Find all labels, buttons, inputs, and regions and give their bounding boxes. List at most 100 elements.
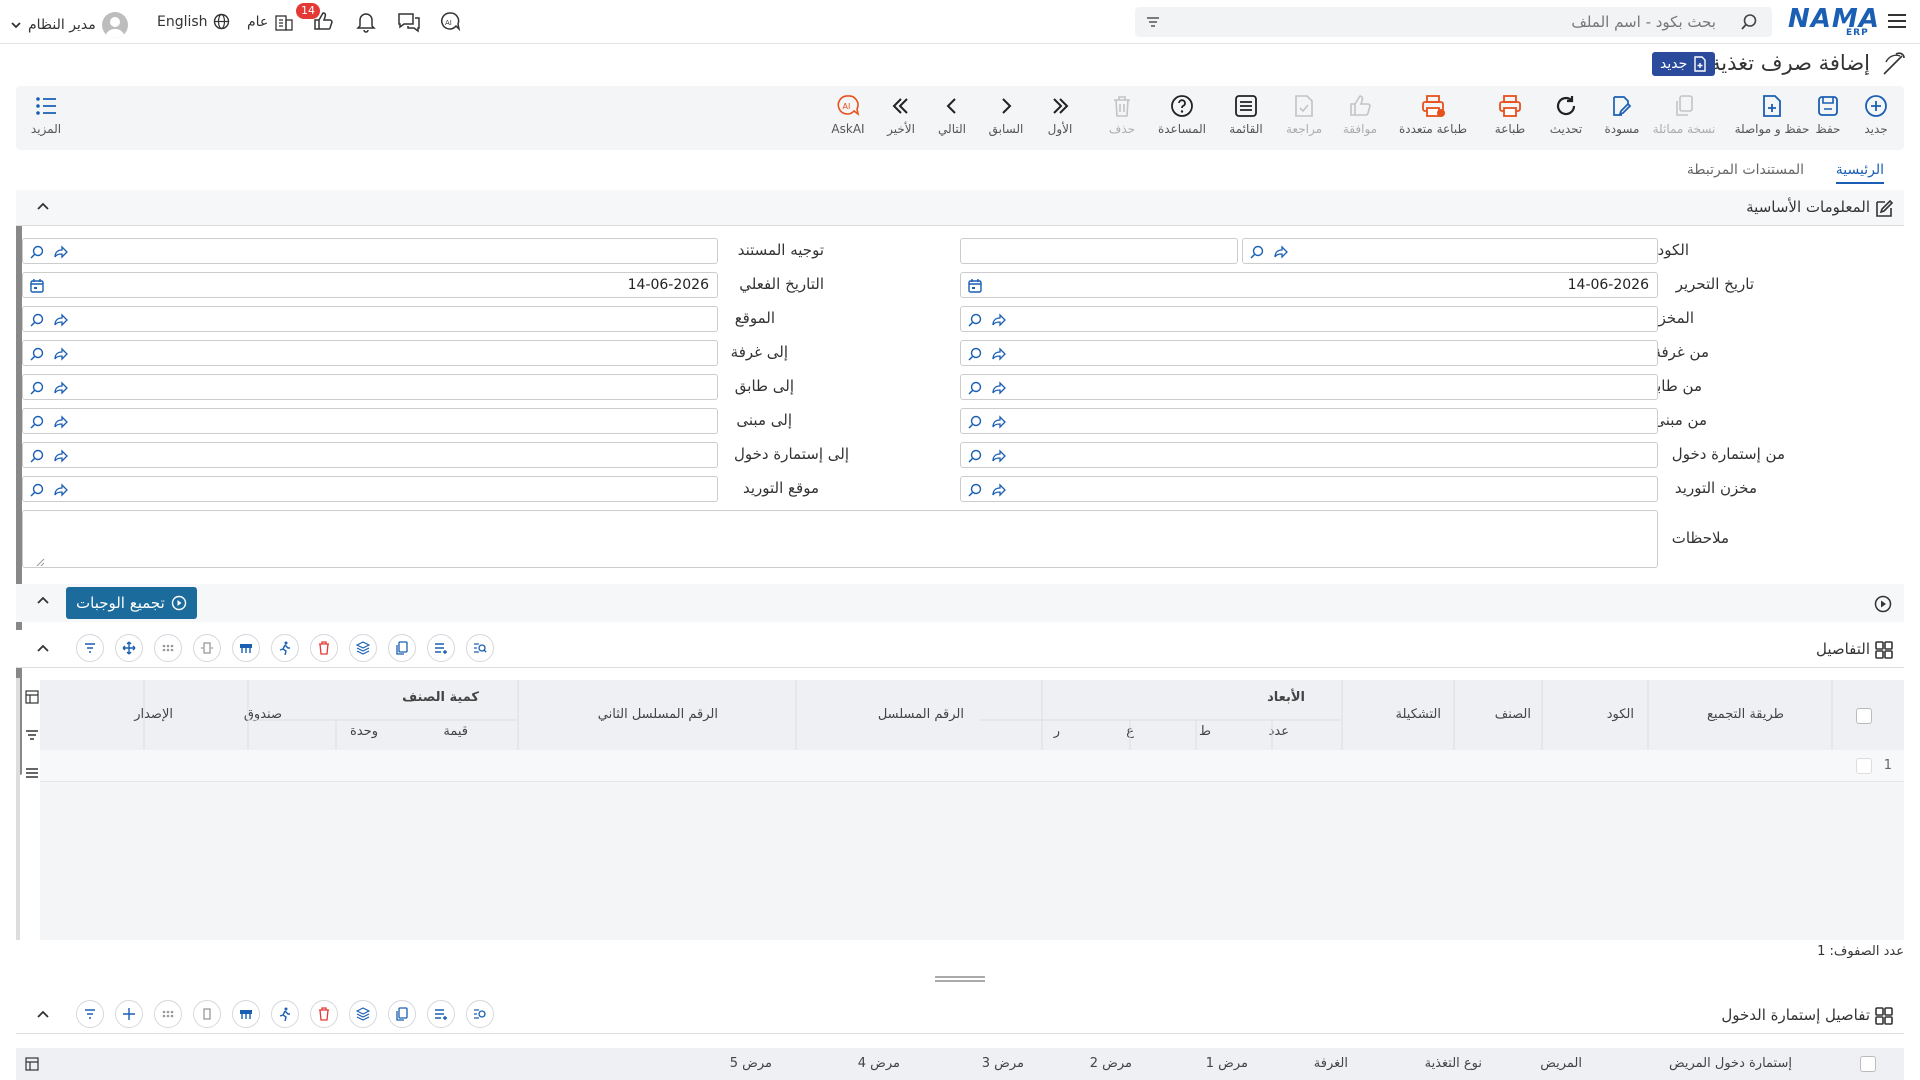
to-building-input[interactable] — [22, 408, 718, 434]
global-search[interactable]: بحث بكود - اسم الملف — [1135, 7, 1772, 37]
previous-button[interactable]: السابق — [976, 92, 1036, 148]
multi-print-button[interactable]: طباعة متعددة — [1392, 92, 1474, 148]
delete-button[interactable]: حذف — [1092, 92, 1152, 148]
last-button[interactable]: الأخير — [871, 92, 931, 148]
search-refresh-icon[interactable] — [967, 312, 983, 328]
adm-col-disease2[interactable]: مرض 2 — [1090, 1056, 1132, 1071]
warehouse-input[interactable] — [960, 306, 1658, 332]
search-icon[interactable] — [1740, 13, 1758, 31]
adm-col-feeding-type[interactable]: نوع التغذية — [1425, 1056, 1482, 1071]
search-refresh-icon[interactable] — [29, 346, 45, 362]
language-switch[interactable]: English — [157, 13, 230, 30]
filter-row-icon[interactable] — [25, 728, 39, 742]
share-arrow-icon[interactable] — [1273, 244, 1289, 260]
chevron-up-icon[interactable] — [36, 1008, 50, 1022]
supply-warehouse-input[interactable] — [960, 476, 1658, 502]
bell-icon[interactable] — [356, 11, 376, 33]
move-tool-button[interactable] — [115, 634, 143, 662]
filter-icon[interactable] — [1145, 14, 1161, 30]
dots-grid-tool-button[interactable] — [154, 634, 182, 662]
next-button[interactable]: التالي — [922, 92, 982, 148]
chevron-up-icon[interactable] — [36, 200, 50, 214]
review-button[interactable]: مراجعة — [1274, 92, 1334, 148]
share-arrow-icon[interactable] — [53, 346, 69, 362]
code-secondary-input[interactable] — [960, 238, 1238, 264]
to-room-input[interactable] — [22, 340, 718, 366]
delete-row-tool-button[interactable] — [310, 634, 338, 662]
search-rows-tool-button[interactable] — [466, 634, 494, 662]
adm-col-disease4[interactable]: مرض 4 — [858, 1056, 900, 1071]
first-button[interactable]: الأول — [1030, 92, 1090, 148]
search-refresh-icon[interactable] — [29, 312, 45, 328]
search-refresh-icon[interactable] — [967, 482, 983, 498]
help-button[interactable]: المساعدة — [1152, 92, 1212, 148]
search-refresh-icon[interactable] — [29, 244, 45, 260]
details-header[interactable]: التفاصيل — [16, 630, 1904, 668]
from-admission-input[interactable] — [960, 442, 1658, 468]
share-arrow-icon[interactable] — [991, 312, 1007, 328]
adm-col-disease3[interactable]: مرض 3 — [982, 1056, 1024, 1071]
admission-details-header[interactable]: تفاصيل إستمارة الدخول — [16, 996, 1904, 1034]
more-button[interactable]: المزيد — [16, 92, 76, 148]
run-tool-button[interactable] — [271, 634, 299, 662]
column-width-tool-button[interactable] — [193, 1000, 221, 1028]
share-arrow-icon[interactable] — [53, 414, 69, 430]
list-button[interactable]: القائمة — [1216, 92, 1276, 148]
insert-row-tool-button[interactable] — [427, 1000, 455, 1028]
edit-date-input[interactable]: 14-06-2026 — [960, 272, 1658, 298]
table-split-tool-button[interactable] — [232, 1000, 260, 1028]
column-width-tool-button[interactable] — [193, 634, 221, 662]
search-refresh-icon[interactable] — [967, 414, 983, 430]
share-arrow-icon[interactable] — [991, 380, 1007, 396]
ai-assistant-icon[interactable]: AI — [438, 10, 462, 34]
tab-related-documents[interactable]: المستندات المرتبطة — [1687, 162, 1804, 178]
refresh-button[interactable]: تحديث — [1536, 92, 1596, 148]
supply-location-input[interactable] — [22, 476, 718, 502]
draft-button[interactable]: مسودة — [1592, 92, 1652, 148]
table-settings-icon[interactable] — [25, 690, 39, 704]
filter-tool-button[interactable] — [76, 634, 104, 662]
doc-direction-input[interactable] — [22, 238, 718, 264]
chat-icon[interactable] — [397, 11, 421, 33]
search-refresh-icon[interactable] — [967, 448, 983, 464]
adm-col-disease1[interactable]: مرض 1 — [1206, 1056, 1248, 1071]
scope-selector[interactable]: عام — [247, 13, 294, 31]
group-meals-button[interactable]: تجميع الوجبات — [66, 587, 197, 619]
actual-date-input[interactable]: 14-06-2026 — [22, 272, 718, 298]
adm-col-room[interactable]: الغرفة — [1314, 1056, 1348, 1071]
duplicate-button[interactable]: نسخة مماثلة — [1648, 92, 1720, 148]
search-refresh-icon[interactable] — [1249, 244, 1265, 260]
share-arrow-icon[interactable] — [991, 346, 1007, 362]
dots-grid-tool-button[interactable] — [154, 1000, 182, 1028]
tab-main[interactable]: الرئيسية — [1835, 162, 1884, 184]
print-button[interactable]: طباعة — [1480, 92, 1540, 148]
menu-icon[interactable] — [1886, 11, 1908, 31]
menu-lines-icon[interactable] — [25, 766, 39, 780]
search-refresh-icon[interactable] — [967, 380, 983, 396]
play-circle-icon[interactable] — [1874, 595, 1892, 613]
insert-row-tool-button[interactable] — [427, 634, 455, 662]
layers-tool-button[interactable] — [349, 1000, 377, 1028]
chevron-up-icon[interactable] — [36, 642, 50, 656]
notes-textarea[interactable] — [22, 510, 1658, 568]
basic-info-header[interactable]: المعلومات الأساسية — [16, 190, 1904, 226]
share-arrow-icon[interactable] — [53, 482, 69, 498]
brand-logo[interactable]: NAMA ERP — [1788, 4, 1880, 38]
select-all-checkbox[interactable] — [1860, 1056, 1876, 1072]
filter-tool-button[interactable] — [76, 1000, 104, 1028]
copy-row-tool-button[interactable] — [388, 634, 416, 662]
calendar-icon[interactable] — [29, 278, 45, 294]
run-tool-button[interactable] — [271, 1000, 299, 1028]
share-arrow-icon[interactable] — [53, 448, 69, 464]
share-arrow-icon[interactable] — [53, 380, 69, 396]
move-tool-button[interactable] — [115, 1000, 143, 1028]
search-refresh-icon[interactable] — [967, 346, 983, 362]
delete-row-tool-button[interactable] — [310, 1000, 338, 1028]
adm-col-patient[interactable]: المريض — [1540, 1056, 1582, 1071]
table-settings-icon[interactable] — [25, 1057, 39, 1071]
code-input[interactable] — [1242, 238, 1658, 264]
save-continue-button[interactable]: حفظ و مواصلة — [1728, 92, 1816, 148]
share-arrow-icon[interactable] — [53, 244, 69, 260]
from-floor-input[interactable] — [960, 374, 1658, 400]
to-floor-input[interactable] — [22, 374, 718, 400]
